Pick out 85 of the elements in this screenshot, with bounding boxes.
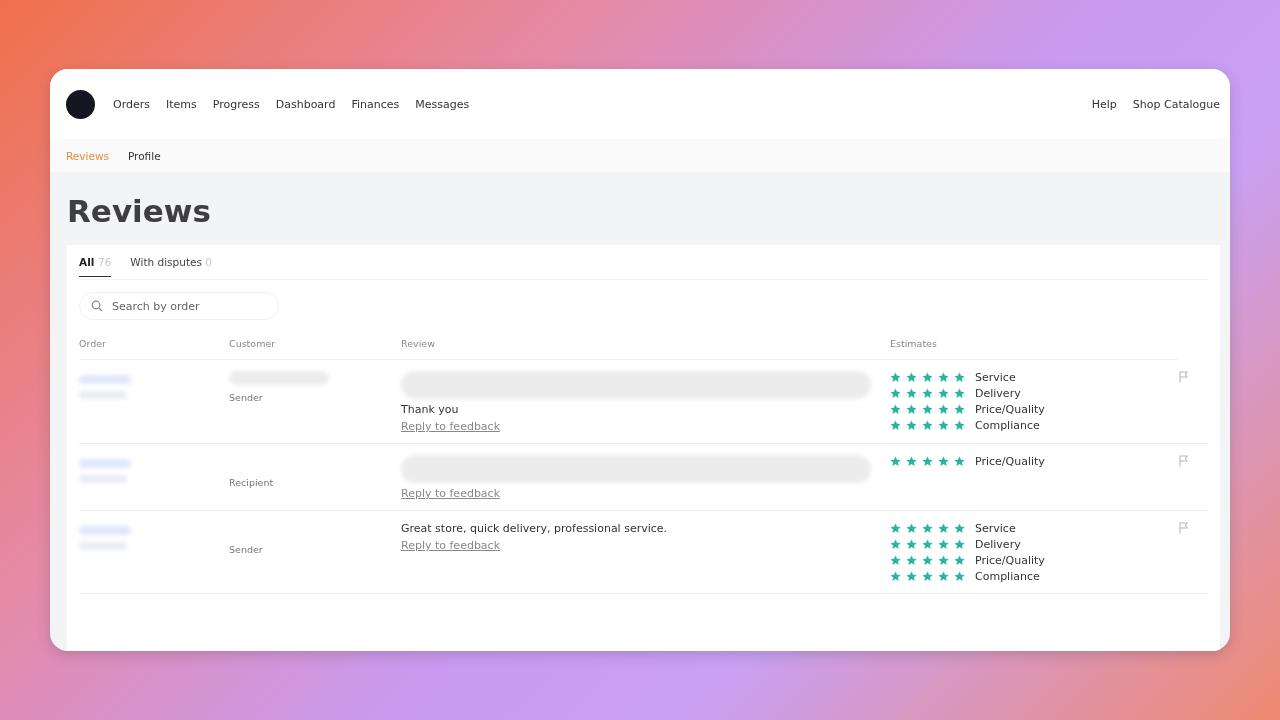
nav-link[interactable]: Dashboard	[275, 97, 336, 111]
nav-link[interactable]: Finances	[351, 97, 400, 111]
column-header: Review	[401, 320, 890, 360]
star-icon	[906, 372, 917, 383]
star-icon	[938, 388, 949, 399]
star-icon	[906, 388, 917, 399]
column-header: Order	[79, 320, 229, 360]
star-icon	[890, 571, 901, 582]
star-icon	[954, 372, 965, 383]
customer-role: Sender	[229, 544, 264, 555]
nav-link[interactable]: Items	[166, 97, 197, 111]
review-text: Great store, quick delivery, professional service.	[401, 522, 668, 535]
estimate-label: Price/Quality	[975, 403, 1045, 416]
star-icon	[938, 420, 949, 431]
reply-link[interactable]: Reply to feedback	[401, 420, 501, 433]
star-icon	[922, 404, 933, 415]
reply-link[interactable]: Reply to feedback	[401, 539, 501, 552]
star-icon	[954, 539, 965, 550]
estimate-label: Service	[975, 522, 1016, 535]
star-icon	[938, 523, 949, 534]
flag-icon[interactable]	[1178, 455, 1190, 467]
star-icon	[890, 523, 901, 534]
star-icon	[890, 539, 901, 550]
column-header: Estimates	[890, 320, 1178, 360]
flag-icon[interactable]	[1178, 522, 1190, 534]
star-icon	[922, 372, 933, 383]
star-icon	[890, 456, 901, 467]
star-icon	[922, 555, 933, 566]
subnav-tab[interactable]: Profile	[127, 149, 161, 162]
page-title: Reviews	[66, 192, 212, 231]
star-icon	[906, 456, 917, 467]
estimate-label: Delivery	[975, 387, 1021, 400]
star-icon	[890, 388, 901, 399]
search-icon	[91, 300, 103, 312]
estimate-label: Delivery	[975, 538, 1021, 551]
estimate-label: Compliance	[975, 419, 1040, 432]
star-icon	[938, 555, 949, 566]
star-icon	[922, 571, 933, 582]
star-icon	[922, 388, 933, 399]
star-icon	[954, 388, 965, 399]
estimate-label: Compliance	[975, 570, 1040, 583]
star-icon	[938, 372, 949, 383]
star-icon	[938, 404, 949, 415]
star-icon	[938, 571, 949, 582]
reply-link[interactable]: Reply to feedback	[401, 487, 501, 500]
star-icon	[954, 404, 965, 415]
nav-link[interactable]: Progress	[212, 97, 260, 111]
column-header: Customer	[229, 320, 401, 360]
star-icon	[906, 571, 917, 582]
star-icon	[938, 539, 949, 550]
estimate-label: Price/Quality	[975, 455, 1045, 468]
flag-icon[interactable]	[1178, 371, 1190, 383]
blurred-order-number	[79, 526, 131, 535]
star-icon	[922, 539, 933, 550]
star-icon	[954, 571, 965, 582]
blurred-order-number	[79, 459, 131, 468]
nav-link[interactable]: Help	[1091, 97, 1117, 111]
star-icon	[922, 420, 933, 431]
review-text: Thank you	[401, 403, 459, 416]
star-icon	[890, 555, 901, 566]
search-field[interactable]: Search by order	[79, 292, 279, 320]
star-icon	[906, 420, 917, 431]
nav-link[interactable]: Orders	[113, 97, 150, 111]
star-icon	[906, 404, 917, 415]
nav-link[interactable]: Messages	[415, 97, 470, 111]
star-icon	[906, 555, 917, 566]
customer-role: Sender	[229, 392, 264, 403]
blurred-order-number	[79, 375, 131, 384]
star-icon	[954, 523, 965, 534]
customer-role: Recipient	[229, 477, 275, 488]
estimate-label: Service	[975, 371, 1016, 384]
star-icon	[954, 555, 965, 566]
star-icon	[906, 523, 917, 534]
star-icon	[890, 372, 901, 383]
star-icon	[938, 456, 949, 467]
logo-icon[interactable]	[66, 89, 95, 119]
star-icon	[890, 420, 901, 431]
star-icon	[954, 456, 965, 467]
star-icon	[954, 420, 965, 431]
star-icon	[890, 404, 901, 415]
star-icon	[922, 523, 933, 534]
nav-link[interactable]: Shop Catalogue	[1132, 97, 1220, 111]
star-icon	[922, 456, 933, 467]
star-icon	[906, 539, 917, 550]
estimate-label: Price/Quality	[975, 554, 1045, 567]
